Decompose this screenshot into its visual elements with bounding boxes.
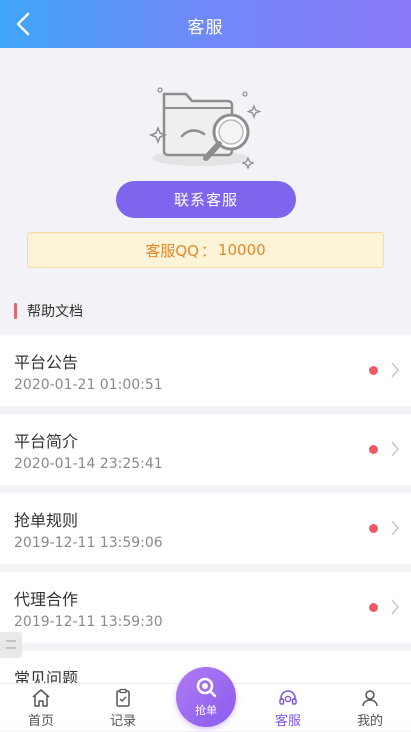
tab-records[interactable]: 记录	[82, 684, 164, 732]
floating-menu-handle[interactable]	[0, 632, 22, 658]
help-section-title: 帮助文档	[14, 301, 83, 321]
chevron-right-icon	[391, 599, 400, 615]
grab-order-button[interactable]: 抢单	[176, 667, 236, 727]
item-date: 2020-01-21 01:00:51	[14, 377, 163, 393]
section-title-text: 帮助文档	[27, 304, 83, 320]
qq-separator: ：	[200, 241, 216, 260]
tab-home[interactable]: 首页	[0, 684, 82, 732]
help-item-rules[interactable]: 抢单规则 2019-12-11 13:59:06	[0, 493, 411, 564]
chevron-right-icon	[391, 520, 400, 536]
headset-icon	[279, 690, 297, 705]
header: 客服	[0, 0, 411, 48]
help-item-agency[interactable]: 代理合作 2019-12-11 13:59:30	[0, 572, 411, 643]
item-title: 代理合作	[14, 590, 79, 609]
item-title: 平台公告	[14, 353, 79, 372]
qq-label: 客服QQ	[145, 241, 199, 260]
help-item-intro[interactable]: 平台简介 2020-01-14 23:25:41	[0, 414, 411, 485]
tab-label: 客服	[274, 714, 301, 729]
unread-dot	[369, 603, 378, 612]
user-icon	[362, 690, 378, 707]
tab-label: 我的	[356, 714, 383, 729]
chevron-right-icon	[391, 441, 400, 457]
home-icon	[32, 689, 50, 707]
chevron-right-icon	[391, 362, 400, 378]
contact-service-button[interactable]: 联系客服	[116, 181, 296, 218]
qq-info: 客服QQ： 10000	[27, 232, 384, 268]
unread-dot	[369, 524, 378, 533]
section-marker	[14, 303, 17, 319]
item-date: 2020-01-14 23:25:41	[14, 456, 163, 472]
empty-folder-magnifier-icon	[148, 87, 262, 170]
qq-number: 10000	[217, 241, 266, 259]
unread-dot	[369, 366, 378, 375]
help-item-announcement[interactable]: 平台公告 2020-01-21 01:00:51	[0, 335, 411, 406]
tab-label: 记录	[109, 714, 136, 729]
item-title: 平台简介	[14, 432, 79, 451]
tab-service[interactable]: 客服	[247, 684, 329, 732]
item-date: 2019-12-11 13:59:06	[14, 535, 163, 551]
tab-label: 首页	[27, 714, 54, 729]
magnifier-icon	[196, 677, 217, 698]
item-title: 抢单规则	[14, 511, 79, 530]
page-title: 客服	[187, 18, 224, 38]
unread-dot	[369, 445, 378, 454]
tab-mine[interactable]: 我的	[329, 684, 411, 732]
grab-order-label: 抢单	[195, 704, 217, 717]
item-date: 2019-12-11 13:59:30	[14, 614, 163, 630]
clipboard-icon	[116, 688, 130, 707]
